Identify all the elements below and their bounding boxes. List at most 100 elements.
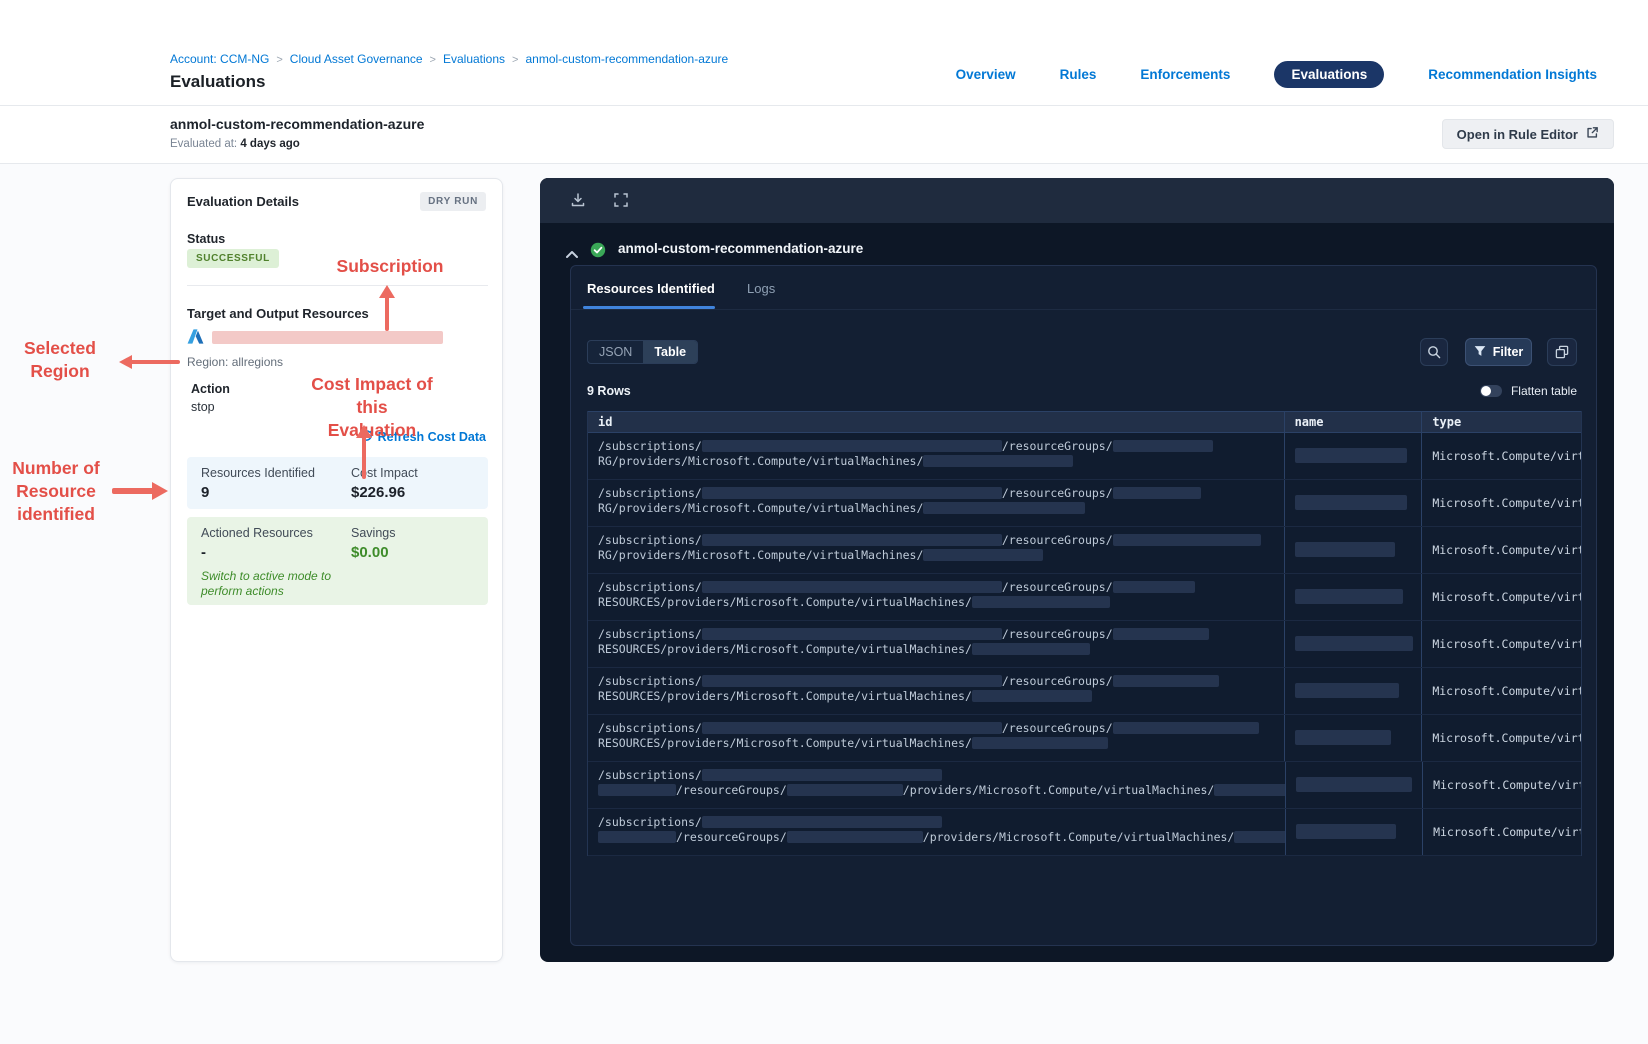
fullscreen-icon[interactable]	[613, 192, 629, 213]
redacted-value	[1112, 628, 1209, 640]
redacted-value	[1294, 683, 1399, 698]
table-row[interactable]: /subscriptions//resourceGroups/RG/provid…	[588, 433, 1581, 480]
cell-name	[1283, 574, 1422, 620]
cell-type: Microsoft.Compute/virtu	[1422, 762, 1581, 808]
redacted-value	[1112, 440, 1213, 452]
table-row[interactable]: /subscriptions//resourceGroups/RESOURCES…	[588, 574, 1581, 621]
tab-rules[interactable]: Rules	[1060, 67, 1097, 82]
toggle-knob	[1480, 386, 1491, 396]
redacted-value	[701, 534, 1002, 546]
breadcrumb-evaluations[interactable]: Evaluations	[443, 52, 505, 66]
actioned-stats-box: Actioned Resources - Savings $0.00 Switc…	[187, 517, 488, 605]
breadcrumb-separator: >	[276, 54, 283, 66]
flatten-table-toggle[interactable]	[1479, 385, 1502, 397]
redacted-value	[1296, 777, 1412, 792]
breadcrumb-current[interactable]: anmol-custom-recommendation-azure	[525, 52, 728, 66]
cell-type: Microsoft.Compute/virtu	[1421, 574, 1581, 620]
redacted-value	[1296, 824, 1396, 839]
cell-name	[1283, 715, 1422, 761]
annotation-line: identified	[17, 504, 95, 524]
success-check-icon	[590, 242, 606, 263]
table-row[interactable]: /subscriptions//resourceGroups//provider…	[588, 762, 1581, 809]
page-title: Evaluations	[170, 72, 266, 91]
column-header-type[interactable]: type	[1421, 412, 1581, 432]
redacted-value	[1112, 581, 1195, 593]
redacted-value	[701, 440, 1002, 452]
redacted-value	[971, 596, 1110, 608]
tab-overview[interactable]: Overview	[956, 67, 1016, 82]
annotation-resource-count: Number of Resource identified	[6, 457, 106, 526]
cell-id: /subscriptions//resourceGroups/RESOURCES…	[588, 621, 1284, 667]
redacted-value	[1112, 534, 1261, 546]
tab-recommendation-insights[interactable]: Recommendation Insights	[1428, 67, 1597, 82]
download-icon[interactable]	[570, 192, 586, 213]
cell-name	[1283, 621, 1422, 667]
redacted-value	[701, 628, 1002, 640]
search-button[interactable]	[1420, 338, 1448, 366]
breadcrumb-governance[interactable]: Cloud Asset Governance	[290, 52, 423, 66]
rows-count: 9 Rows	[587, 384, 631, 398]
table-row[interactable]: /subscriptions//resourceGroups//provider…	[588, 809, 1581, 856]
view-json-button[interactable]: JSON	[588, 341, 643, 363]
redacted-value	[1294, 636, 1413, 651]
annotation-line: Resource	[16, 481, 96, 501]
annotation-line: Region	[30, 361, 90, 381]
tab-enforcements[interactable]: Enforcements	[1140, 67, 1230, 82]
cell-name	[1283, 527, 1422, 573]
tab-resources-identified[interactable]: Resources Identified	[587, 281, 715, 296]
subscription-redacted-bar	[212, 331, 443, 344]
tab-logs[interactable]: Logs	[747, 281, 775, 296]
breadcrumb: Account: CCM-NG > Cloud Asset Governance > E…	[170, 52, 728, 66]
panel-run-title: anmol-custom-recommendation-azure	[618, 241, 864, 256]
tab-evaluations[interactable]: Evaluations	[1274, 60, 1385, 88]
filter-button[interactable]: Filter	[1465, 338, 1532, 366]
redacted-value	[1112, 487, 1201, 499]
view-table-button[interactable]: Table	[643, 341, 698, 363]
column-header-name[interactable]: name	[1283, 412, 1422, 432]
redacted-value	[971, 737, 1108, 749]
cell-type: Microsoft.Compute/virtu	[1422, 809, 1581, 855]
column-header-id[interactable]: id	[588, 412, 1284, 432]
cell-id: /subscriptions//resourceGroups//provider…	[588, 809, 1285, 855]
annotation-arrow-cost-shaft	[362, 436, 366, 479]
external-link-icon	[1586, 126, 1599, 142]
action-label: Action	[191, 382, 230, 396]
table-row[interactable]: /subscriptions//resourceGroups/RESOURCES…	[588, 715, 1581, 762]
table-row[interactable]: /subscriptions//resourceGroups/RESOURCES…	[588, 668, 1581, 715]
table-row[interactable]: /subscriptions//resourceGroups/RG/provid…	[588, 480, 1581, 527]
collapse-chevron-icon[interactable]	[566, 246, 578, 264]
open-rule-editor-button[interactable]: Open in Rule Editor	[1441, 119, 1614, 149]
redacted-value	[971, 643, 1090, 655]
redacted-value	[701, 487, 1002, 499]
cell-type: Microsoft.Compute/virtu	[1421, 527, 1581, 573]
evaluated-at: Evaluated at: 4 days ago	[170, 138, 300, 150]
cell-name	[1283, 668, 1422, 714]
redacted-value	[1112, 722, 1259, 734]
details-title: Evaluation Details	[187, 194, 299, 209]
top-nav: Overview Rules Enforcements Evaluations …	[956, 60, 1597, 88]
table-row[interactable]: /subscriptions//resourceGroups/RG/provid…	[588, 527, 1581, 574]
cell-type: Microsoft.Compute/virtu	[1421, 621, 1581, 667]
filter-icon	[1474, 345, 1486, 360]
cost-impact-value: $226.96	[351, 484, 406, 501]
redacted-value	[1294, 495, 1407, 510]
annotation-selected-region: Selected Region	[10, 337, 110, 383]
breadcrumb-separator: >	[512, 54, 519, 66]
redacted-value	[1294, 542, 1395, 557]
resources-identified-label: Resources Identified	[201, 466, 315, 480]
table-row[interactable]: /subscriptions//resourceGroups/RESOURCES…	[588, 621, 1581, 668]
redacted-value	[701, 581, 1002, 593]
annotation-line: Selected	[24, 338, 96, 358]
redacted-value	[786, 831, 923, 843]
copy-icon[interactable]	[1547, 338, 1577, 366]
redacted-value	[1294, 730, 1391, 745]
resources-table-body: /subscriptions//resourceGroups/RG/provid…	[588, 433, 1581, 856]
cell-id: /subscriptions//resourceGroups/RESOURCES…	[588, 715, 1284, 761]
breadcrumb-account[interactable]: Account: CCM-NG	[170, 52, 269, 66]
redacted-value	[701, 675, 1002, 687]
header-divider	[0, 105, 1648, 106]
evaluated-at-label: Evaluated at:	[170, 138, 238, 150]
cell-id: /subscriptions//resourceGroups/RG/provid…	[588, 433, 1284, 479]
savings-value: $0.00	[351, 544, 389, 561]
active-mode-note: Switch to active mode to perform actions	[201, 569, 332, 598]
